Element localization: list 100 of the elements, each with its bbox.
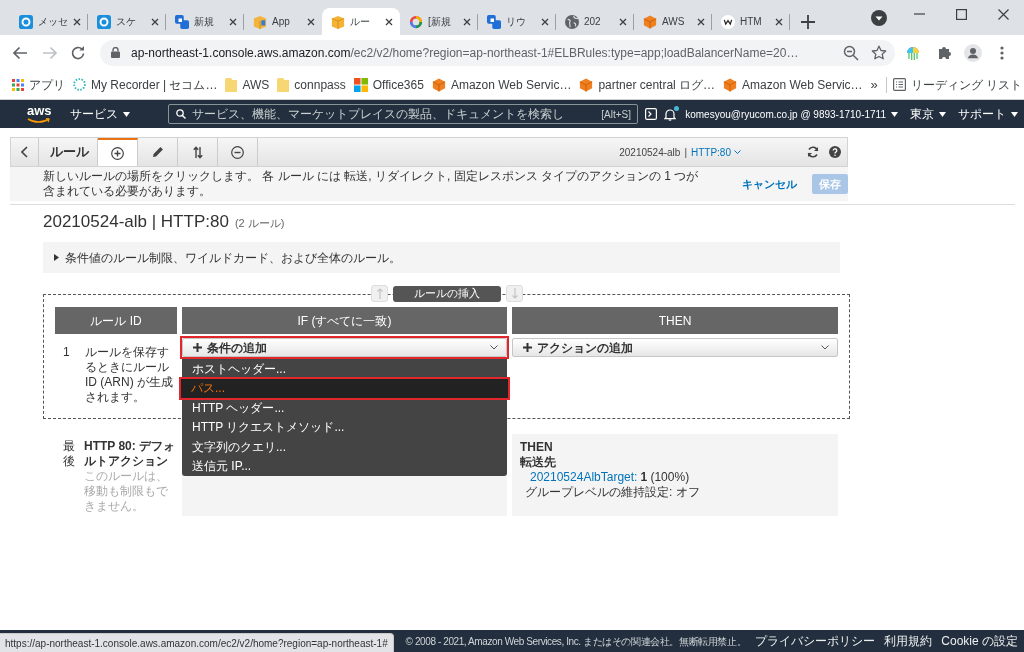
reading-list-button[interactable]: リーディング リスト xyxy=(892,75,1023,94)
folder-icon xyxy=(225,77,238,92)
dropdown-circle-icon[interactable] xyxy=(871,9,887,26)
cube-icon xyxy=(431,77,446,92)
stickiness-text: グループレベルの維持設定: オフ xyxy=(524,485,700,500)
cube-icon xyxy=(579,77,594,92)
refresh-icon[interactable] xyxy=(807,146,819,158)
search-field[interactable]: サービス、機能、マーケットプレイスの製品、ドキュメントを検索し [Alt+S] xyxy=(168,104,638,124)
plus-icon[interactable] xyxy=(801,15,815,29)
logo[interactable]: aws xyxy=(27,103,51,125)
menu-item[interactable]: 文字列のクエリ... xyxy=(182,437,507,457)
zoom-out-icon[interactable] xyxy=(843,44,859,61)
close-icon[interactable] xyxy=(307,17,315,26)
terminal-icon[interactable] xyxy=(645,108,658,120)
info-panel[interactable]: 条件値のルール制限、ワイルドカード、および全体のルール。 xyxy=(43,242,840,273)
close-icon[interactable] xyxy=(775,17,783,26)
rule-title: HTTP 80: デフォルトアクション xyxy=(84,439,177,469)
region-menu[interactable]: 東京 xyxy=(910,105,946,123)
footer-link[interactable]: 利用規約 xyxy=(884,632,933,650)
avatar-icon[interactable] xyxy=(964,43,982,62)
toolbar-button[interactable] xyxy=(98,138,138,166)
chevron-down-icon xyxy=(734,150,741,154)
action-type: 転送先 xyxy=(520,455,556,470)
caret-down-icon xyxy=(891,111,898,117)
back-arrow-icon[interactable] xyxy=(12,44,28,61)
close-icon[interactable] xyxy=(73,17,81,26)
globe-icon xyxy=(565,14,579,29)
chevron-left-icon xyxy=(21,146,28,158)
listener-dropdown[interactable]: HTTP:80 xyxy=(691,144,741,160)
bookmark[interactable]: アプリ xyxy=(10,72,67,97)
arrow-down-icon xyxy=(511,288,518,299)
close-icon[interactable] xyxy=(151,17,159,26)
close-icon[interactable] xyxy=(997,8,1009,20)
browser-tab[interactable]: ルー xyxy=(322,8,400,35)
menu-item[interactable]: HTTP リクエストメソッド... xyxy=(182,417,507,437)
caret-down-icon xyxy=(1011,111,1018,117)
footer-link[interactable]: Cookie の設定 xyxy=(941,632,1018,650)
plus-circle-icon xyxy=(111,146,124,160)
cancel-link[interactable]: キャンセル xyxy=(742,175,797,193)
dotted-ring-icon xyxy=(73,78,86,91)
address-bar[interactable]: ap-northeast-1.console.aws.amazon.com/ec2/v2/home?region=ap-northeast-1#ELBRules:type=app;loadBalancerName=20… xyxy=(100,39,895,66)
copyright-text: © 2008 - 2021, Amazon Web Services, Inc. またはその関連会社。無断転用禁止。 xyxy=(405,634,747,649)
notice-text: 新しいルールの場所をクリックします。 各 ルール には 転送, リダイレクト, 固定レスポンス タイプのアクションの 1 つが含まれている必要があります。 xyxy=(43,169,700,199)
box-icon xyxy=(253,14,267,29)
menu-item[interactable]: ホストヘッダー... xyxy=(182,359,507,379)
bell-icon[interactable] xyxy=(664,107,677,121)
star-icon[interactable] xyxy=(871,44,887,61)
caret-down-icon xyxy=(123,111,130,117)
plus-icon xyxy=(523,343,532,352)
cube-icon xyxy=(723,77,738,92)
close-icon[interactable] xyxy=(229,17,237,26)
link-preview: https://ap-northeast-1.console.aws.amazon.com/ec2/v2/home?region=ap-northeast-1# xyxy=(0,633,394,652)
menu-item[interactable]: HTTP ヘッダー... xyxy=(182,398,507,418)
footer-link[interactable]: プライバシーポリシー xyxy=(755,632,876,650)
insert-rule-button[interactable]: ルールの挿入 xyxy=(393,285,501,302)
close-icon[interactable] xyxy=(541,17,549,26)
more-bookmarks-button[interactable]: » xyxy=(868,74,880,95)
bookmark[interactable]: AWS xyxy=(223,72,272,97)
account-menu[interactable]: komesyou@ryucom.co.jp @ 9893-1710-1711 xyxy=(685,106,898,122)
column-header: THEN xyxy=(512,307,838,334)
column-header: IF (すべてに一致) xyxy=(182,307,507,334)
folder-icon xyxy=(277,77,290,92)
apps-grid-icon xyxy=(12,78,24,91)
maximize-icon[interactable] xyxy=(955,8,967,20)
menu-item[interactable]: 送信元 IP... xyxy=(182,456,507,476)
bookmark[interactable]: partner central ログ… xyxy=(577,72,718,97)
rule-note: このルールは、移動も制限もできません。 xyxy=(84,469,169,514)
target-group-link[interactable]: 20210524AlbTarget: xyxy=(530,470,638,485)
bookmark[interactable]: My Recorder | セコム… xyxy=(71,72,220,97)
separator: | xyxy=(684,145,687,160)
minimize-icon[interactable] xyxy=(913,13,925,15)
bookmark[interactable]: Amazon Web Servic… xyxy=(429,72,574,97)
add-action-dropdown[interactable]: アクションの追加 xyxy=(512,338,838,357)
info-text: 条件値のルール制限、ワイルドカード、および全体のルール。 xyxy=(65,249,401,267)
support-menu[interactable]: サポート xyxy=(958,105,1018,123)
close-icon[interactable] xyxy=(385,17,393,26)
shortcut-hint: [Alt+S] xyxy=(601,107,631,122)
logo-circle-icon xyxy=(721,14,735,29)
then-label: THEN xyxy=(520,440,553,455)
listener-title: 20210524-alb | HTTP:80 xyxy=(43,211,229,234)
close-icon[interactable] xyxy=(463,17,471,26)
bookmark[interactable]: Amazon Web Servic… xyxy=(721,72,865,97)
box-icon xyxy=(331,14,345,29)
bookmark[interactable]: connpass xyxy=(275,72,348,97)
bookmark[interactable]: Office365 xyxy=(351,72,426,97)
help-icon[interactable] xyxy=(829,146,841,158)
menu-item[interactable]: パス... xyxy=(181,378,508,398)
lock-icon xyxy=(111,47,120,58)
puzzle-icon[interactable] xyxy=(937,44,953,61)
rule-number: 最後 xyxy=(63,439,75,469)
services-menu[interactable]: サービス xyxy=(70,105,130,123)
reload-icon[interactable] xyxy=(70,44,86,61)
search-icon xyxy=(176,109,186,119)
close-icon[interactable] xyxy=(697,17,705,26)
rule-note: ルールを保存するときにルール ID (ARN) が生成されます。 xyxy=(85,344,174,405)
arrow-up-icon xyxy=(376,288,383,299)
chevron-down-icon xyxy=(490,345,498,350)
more-icon[interactable] xyxy=(1000,45,1004,60)
add-condition-dropdown[interactable]: 条件の追加 xyxy=(182,338,507,357)
close-icon[interactable] xyxy=(619,17,627,26)
